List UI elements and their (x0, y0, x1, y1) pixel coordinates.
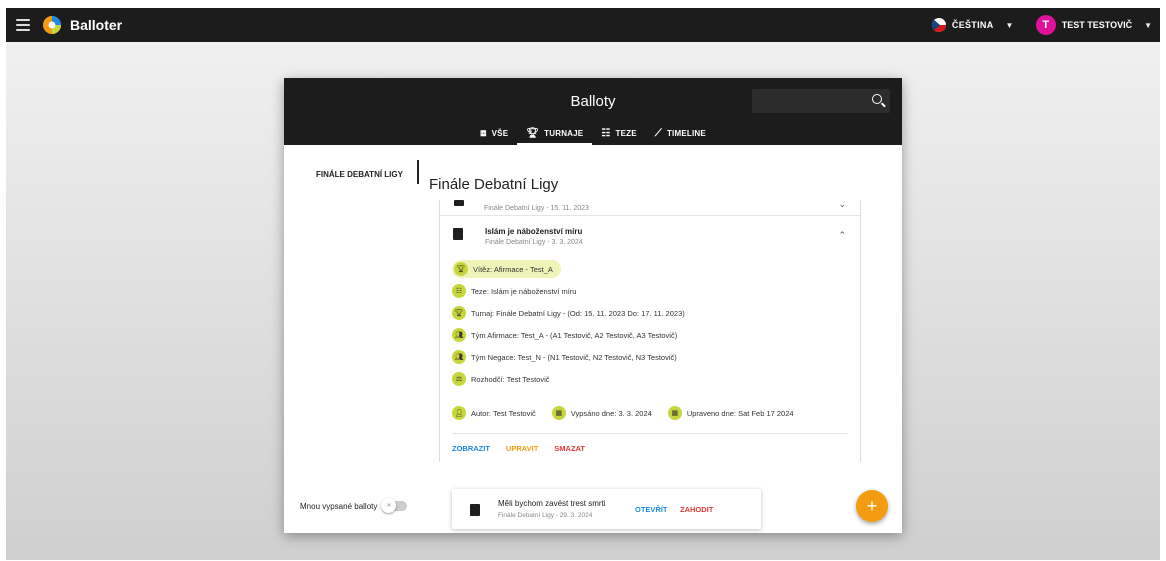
ballot-item-expanded[interactable]: Islám je náboženství míru Finále Debatní… (440, 216, 860, 256)
show-button[interactable]: ZOBRAZIT (452, 444, 490, 453)
user-menu[interactable]: T TEST TESTOVIČ ▼ (1035, 15, 1152, 35)
judge-text: Rozhodčí: Test Testovič (471, 374, 550, 384)
trophy-icon: 🏆︎ (526, 127, 540, 139)
team-icon: 👥︎ (452, 328, 466, 342)
person-icon: 👤︎ (452, 406, 466, 420)
draft-title: Měli bychom zavést trest smrti (498, 499, 606, 508)
search-icon[interactable] (872, 94, 882, 104)
author-text: Autor: Test Testovič (471, 408, 536, 418)
open-draft-button[interactable]: OTEVŘÍT (635, 505, 668, 514)
language-label: ČEŠTINA (951, 20, 994, 30)
close-icon: ✕ (381, 498, 397, 513)
tab-label: TURNAJE (544, 128, 584, 138)
winner-chip: 🏆︎ Vítěz: Afirmace - Test_A (452, 260, 561, 278)
thesis-icon: ☷ (601, 127, 611, 139)
written-meta: ▦ Vypsáno dne: 3. 3. 2024 (551, 406, 652, 420)
ballot-actions: ZOBRAZIT UPRAVIT SMAZAT (452, 444, 585, 453)
dialog-header: Balloty ⧈ VŠE 🏆︎ TURNAJE ☷ TEZE ⟋ TIMELI… (284, 78, 902, 145)
section-title: Finále Debatní Ligy (429, 176, 559, 193)
team-aff-text: Tým Afirmace: Test_A - (A1 Testovič, A2 … (471, 330, 678, 340)
draft-subtitle: Finále Debatní Ligy - 29. 3. 2024 (498, 512, 593, 519)
czech-flag-icon (931, 18, 946, 32)
tournament-row: 🏆︎ Turnaj: Finále Debatní Ligy - (Od: 15… (452, 306, 685, 320)
document-icon (453, 228, 463, 240)
ballot-title: Islám je náboženství míru (485, 227, 583, 236)
tab-timeline[interactable]: ⟋ TIMELINE (646, 121, 715, 145)
my-ballots-filter: Mnou vypsané balloty ✕ (300, 498, 408, 513)
ballot-item-collapsed[interactable]: Finále Debatní Ligy - 15. 11. 2023 ⌄ (440, 199, 860, 216)
ballot-list: Finále Debatní Ligy - 15. 11. 2023 ⌄ Isl… (439, 199, 861, 462)
chevron-up-icon[interactable]: ⌃ (838, 230, 846, 241)
ballot-subtitle: Finále Debatní Ligy - 3. 3. 2024 (485, 239, 583, 246)
ballot-subtitle: Finále Debatní Ligy - 15. 11. 2023 (484, 205, 589, 212)
trophy-icon: 🏆︎ (452, 306, 466, 320)
calendar-icon: ▦ (551, 406, 566, 420)
thesis-text: Teze: Islám je náboženství míru (471, 286, 577, 296)
toggle-label: Mnou vypsané balloty (300, 501, 378, 511)
updated-text: Upraveno dne: Sat Feb 17 2024 (686, 408, 794, 418)
tab-label: TIMELINE (666, 128, 706, 138)
team-icon: 👥︎ (452, 350, 466, 364)
divider (452, 433, 848, 434)
ballot-meta: 👤︎ Autor: Test Testovič ▦ Vypsáno dne: 3… (452, 406, 794, 420)
logo-icon (43, 16, 61, 34)
tab-theses[interactable]: ☷ TEZE (592, 121, 645, 145)
tab-label: TEZE (615, 128, 637, 138)
my-ballots-toggle[interactable]: ✕ (381, 498, 408, 513)
menu-icon[interactable] (16, 19, 30, 31)
chevron-down-icon: ▼ (1005, 20, 1014, 30)
gavel-icon: ⚖ (452, 372, 466, 386)
tab-label: VŠE (491, 128, 509, 138)
judge-row: ⚖ Rozhodčí: Test Testovič (452, 372, 550, 386)
app-title: Balloter (70, 17, 123, 33)
avatar: T (1035, 15, 1056, 35)
thesis-row: ☷ Teze: Islám je náboženství míru (452, 284, 576, 298)
add-ballot-button[interactable]: + (856, 490, 888, 522)
document-icon (470, 504, 480, 516)
app-bar: Balloter ČEŠTINA ▼ T TEST TESTOVIČ ▼ (6, 8, 1160, 42)
team-neg-row: 👥︎ Tým Negace: Test_N - (N1 Testovič, N2… (452, 350, 677, 364)
user-name: TEST TESTOVIČ (1061, 20, 1133, 30)
draft-card: Měli bychom zavést trest smrti Finále De… (452, 489, 761, 529)
ballots-dialog: Balloty ⧈ VŠE 🏆︎ TURNAJE ☷ TEZE ⟋ TIMELI… (284, 78, 902, 533)
sidebar-item-tournament[interactable]: FINÁLE DEBATNÍ LIGY (316, 170, 403, 179)
chevron-down-icon: ▼ (1144, 20, 1152, 30)
tab-all[interactable]: ⧈ VŠE (471, 121, 517, 145)
calendar-icon: ▦ (667, 406, 682, 420)
tab-bar: ⧈ VŠE 🏆︎ TURNAJE ☷ TEZE ⟋ TIMELINE (284, 121, 902, 145)
view-all-icon: ⧈ (480, 127, 487, 139)
team-aff-row: 👥︎ Tým Afirmace: Test_A - (A1 Testovič, … (452, 328, 677, 342)
author-meta: 👤︎ Autor: Test Testovič (452, 406, 536, 420)
tab-tournaments[interactable]: 🏆︎ TURNAJE (517, 121, 593, 145)
team-neg-text: Tým Negace: Test_N - (N1 Testovič, N2 Te… (471, 352, 677, 362)
trophy-icon: 🏆︎ (454, 262, 468, 276)
updated-meta: ▦ Upraveno dne: Sat Feb 17 2024 (667, 406, 794, 420)
language-selector[interactable]: ČEŠTINA ▼ (931, 18, 1014, 32)
sidebar-active-indicator (417, 160, 419, 184)
discard-draft-button[interactable]: ZAHODIT (680, 505, 713, 514)
delete-button[interactable]: SMAZAT (554, 444, 585, 453)
document-icon (454, 200, 464, 206)
tournament-text: Turnaj: Finále Debatní Ligy - (Od: 15. 1… (471, 308, 685, 318)
winner-text: Vítěz: Afirmace - Test_A (473, 264, 553, 274)
search-input[interactable] (752, 89, 862, 113)
chevron-down-icon[interactable]: ⌄ (838, 199, 846, 210)
search-box (752, 89, 890, 113)
thesis-icon: ☷ (452, 284, 466, 298)
written-text: Vypsáno dne: 3. 3. 2024 (570, 408, 652, 418)
timeline-icon: ⟋ (654, 127, 662, 139)
edit-button[interactable]: UPRAVIT (506, 444, 538, 453)
